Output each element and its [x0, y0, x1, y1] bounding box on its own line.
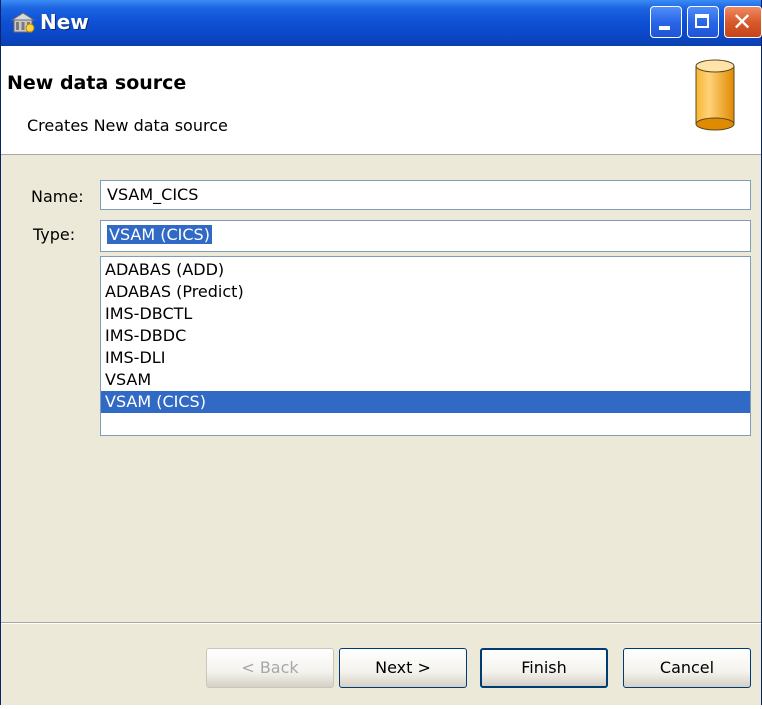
name-input[interactable]: VSAM_CICS [100, 180, 751, 210]
finish-button[interactable]: Finish [480, 648, 608, 688]
type-listbox[interactable]: ADABAS (ADD) ADABAS (Predict) IMS-DBCTL … [100, 256, 751, 436]
name-label: Name: [31, 187, 84, 206]
button-separator [1, 622, 761, 624]
list-item[interactable]: VSAM [101, 369, 750, 391]
maximize-icon [695, 14, 709, 28]
maximize-button[interactable] [687, 6, 719, 38]
list-item[interactable]: ADABAS (ADD) [101, 259, 750, 281]
window-title: New [40, 10, 89, 34]
wizard-icon [10, 12, 36, 33]
type-input[interactable]: VSAM (CICS) [100, 220, 751, 252]
window-bottom-edge [0, 705, 762, 709]
close-button[interactable]: ✕ [724, 6, 762, 38]
list-item[interactable]: ADABAS (Predict) [101, 281, 750, 303]
database-cylinder-icon [695, 59, 735, 131]
next-button[interactable]: Next > [339, 648, 467, 688]
minimize-icon [659, 26, 670, 30]
list-item[interactable]: IMS-DLI [101, 347, 750, 369]
page-description: Creates New data source [27, 116, 228, 135]
list-item-selected[interactable]: VSAM (CICS) [101, 391, 750, 413]
minimize-button[interactable] [650, 6, 682, 38]
page-title: New data source [7, 72, 187, 94]
list-item[interactable]: IMS-DBCTL [101, 303, 750, 325]
name-value: VSAM_CICS [107, 185, 199, 204]
type-value: VSAM (CICS) [107, 225, 212, 244]
cancel-button[interactable]: Cancel [623, 648, 751, 688]
title-bar[interactable]: New ✕ [1, 0, 762, 46]
wizard-header [1, 46, 761, 155]
dialog-window: New ✕ New data source Creates New data s… [0, 0, 762, 705]
type-label: Type: [33, 225, 76, 244]
list-item[interactable]: IMS-DBDC [101, 325, 750, 347]
back-button[interactable]: < Back [206, 648, 334, 688]
close-icon: ✕ [732, 8, 753, 36]
